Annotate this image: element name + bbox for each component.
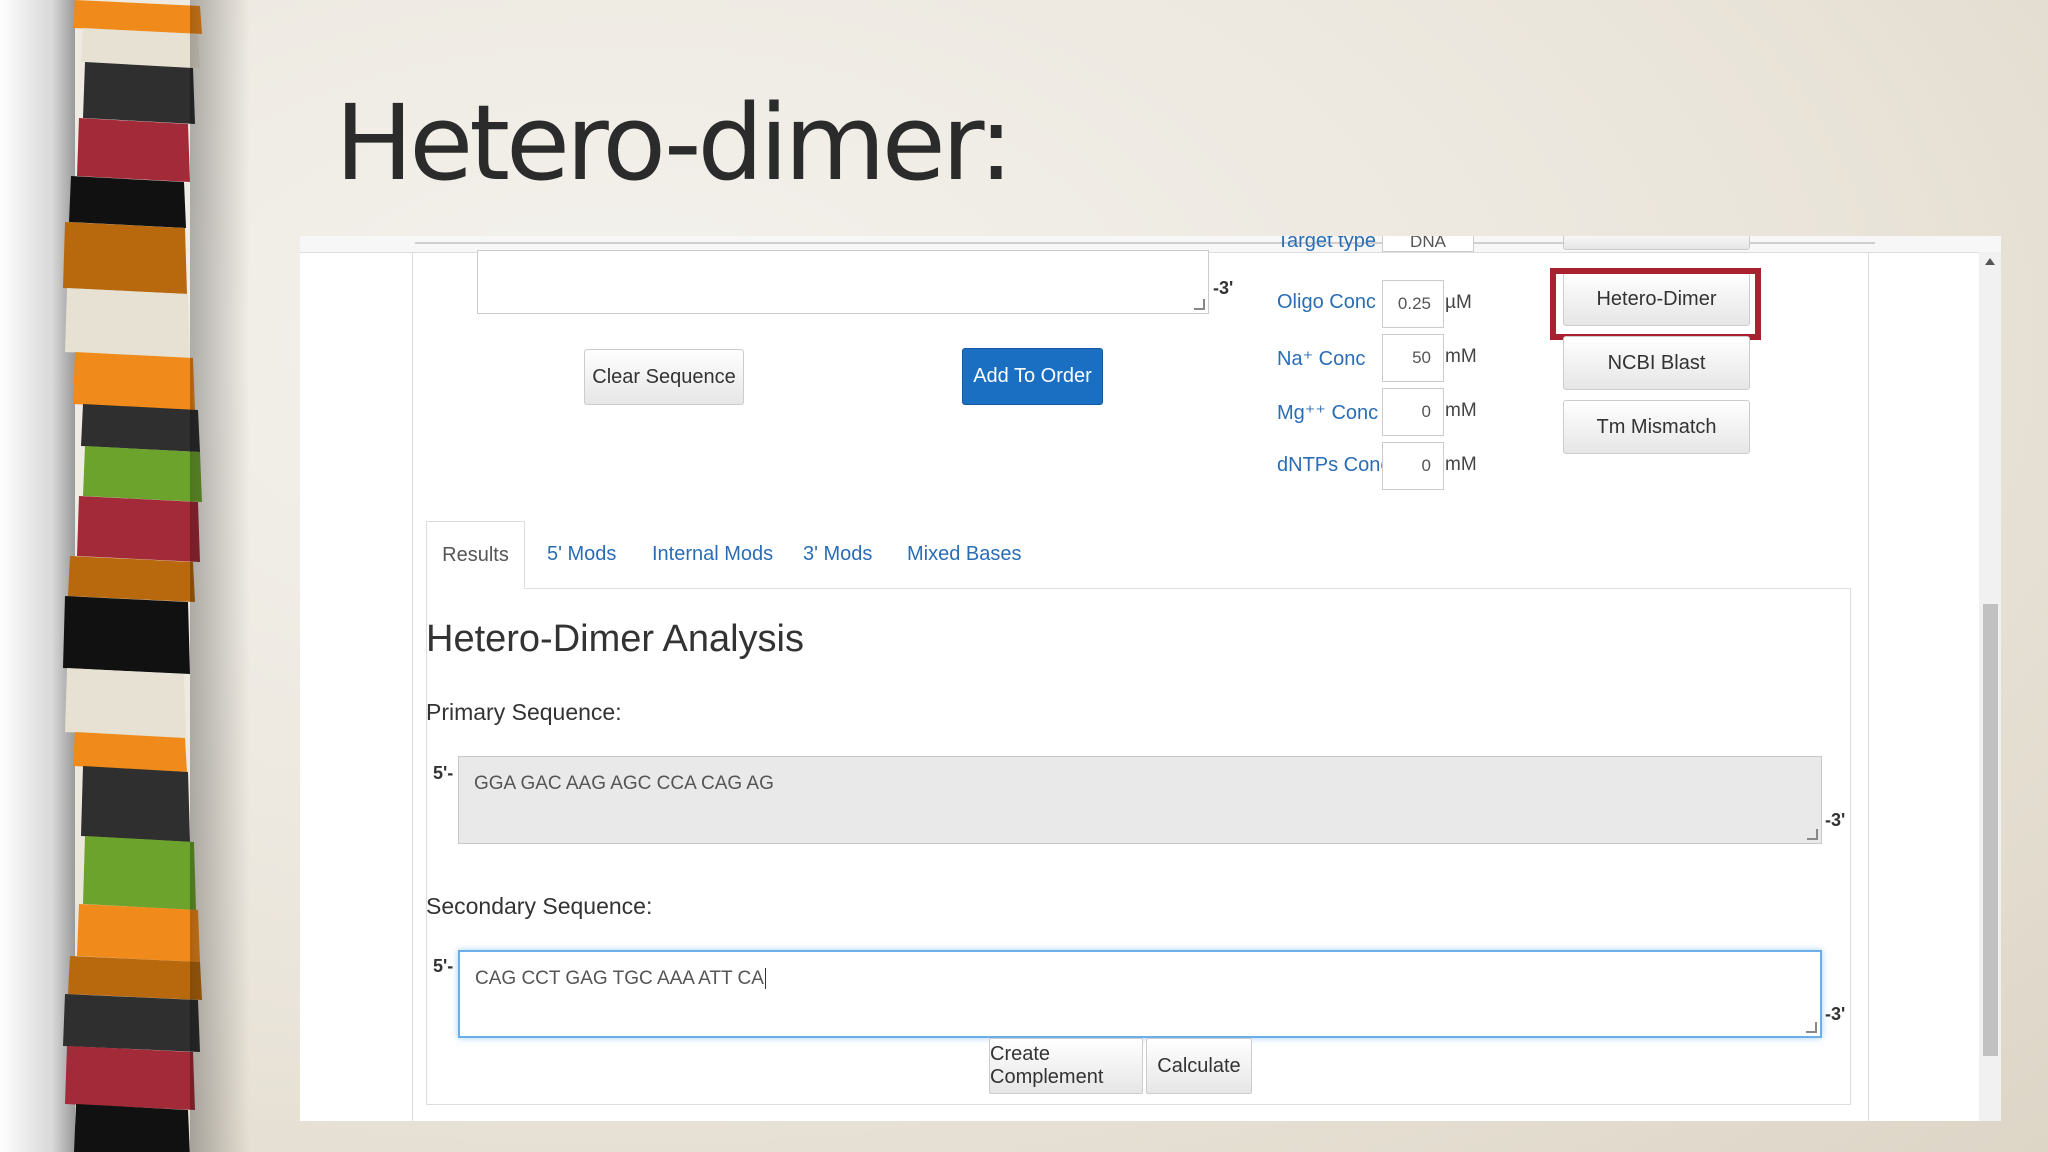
tm-mismatch-button[interactable]: Tm Mismatch: [1563, 400, 1750, 454]
embedded-screenshot: -3' Clear Sequence Add To Order Target t…: [300, 236, 2001, 1121]
stripe-band: [77, 118, 190, 182]
dntps-conc-input[interactable]: 0: [1382, 442, 1444, 490]
na-conc-input[interactable]: 50: [1382, 334, 1444, 382]
na-conc-unit: mM: [1445, 346, 1477, 367]
sequence-textarea[interactable]: [477, 250, 1209, 314]
target-type-label: Target type: [1277, 236, 1376, 252]
secondary-three-prime: -3': [1825, 1004, 1846, 1024]
primary-three-prime: -3': [1825, 810, 1846, 830]
decorative-stripes: [0, 0, 250, 1152]
primary-sequence-field[interactable]: GGA GAC AAG AGC CCA CAG AG: [458, 756, 1822, 844]
stripe-band: [81, 404, 200, 452]
stripe-band: [65, 1046, 195, 1110]
tab-internal-mods[interactable]: Internal Mods: [652, 543, 773, 566]
stripe-band: [83, 446, 202, 502]
secondary-sequence-field[interactable]: CAG CCT GAG TGC AAA ATT CA​: [458, 950, 1822, 1038]
create-complement-button[interactable]: Create Complement: [989, 1038, 1143, 1094]
tab-5-mods[interactable]: 5' Mods: [547, 543, 616, 566]
secondary-sequence-value: CAG CCT GAG TGC AAA ATT CA: [475, 968, 764, 989]
stripe-band: [77, 496, 200, 562]
tab-results[interactable]: Results: [426, 521, 525, 589]
hidden-top-button[interactable]: [1563, 236, 1750, 250]
tab-mixed-bases[interactable]: Mixed Bases: [907, 543, 1022, 566]
text-cursor: ​: [764, 968, 766, 989]
calculate-button[interactable]: Calculate: [1146, 1038, 1252, 1094]
analysis-heading: Hetero-Dimer Analysis: [426, 618, 804, 660]
stripe-band: [81, 28, 200, 68]
stripe-band: [63, 222, 187, 294]
stripe-band: [68, 556, 195, 602]
secondary-sequence-label: Secondary Sequence:: [426, 893, 653, 919]
stripe-right-shadow: [190, 0, 250, 1152]
stripe-band: [81, 766, 190, 842]
stripe-band: [63, 994, 200, 1052]
stripe-band: [68, 956, 202, 1000]
na-conc-label: Na⁺ Conc: [1277, 348, 1366, 370]
primary-five-prime: 5'-: [433, 763, 454, 783]
stripe-band: [63, 596, 190, 674]
stripe-band: [83, 62, 195, 124]
mg-conc-label: Mg⁺⁺ Conc: [1277, 402, 1379, 424]
tab-3-mods[interactable]: 3' Mods: [803, 543, 872, 566]
primary-sequence-value: GGA GAC AAG AGC CCA CAG AG: [474, 773, 774, 794]
scrollbar-thumb[interactable]: [1983, 604, 1998, 1056]
stripe-band: [65, 288, 190, 358]
mg-conc-unit: mM: [1445, 400, 1477, 421]
resize-handle-icon[interactable]: [1806, 1022, 1817, 1033]
add-to-order-button[interactable]: Add To Order: [962, 348, 1103, 405]
oligo-conc-unit: µM: [1445, 292, 1472, 313]
ncbi-blast-button[interactable]: NCBI Blast: [1563, 336, 1750, 390]
resize-handle-icon[interactable]: [1194, 299, 1205, 310]
oligo-conc-input[interactable]: 0.25: [1382, 280, 1444, 328]
stripe-band: [65, 668, 186, 738]
stripe-band: [73, 732, 187, 772]
stripe-band: [69, 176, 186, 228]
dntps-conc-unit: mM: [1445, 454, 1477, 475]
mg-conc-input[interactable]: 0: [1382, 388, 1444, 436]
scroll-up-arrow-icon[interactable]: [1985, 258, 1995, 265]
stripe-band: [74, 1104, 190, 1152]
three-prime-marker: -3': [1213, 278, 1234, 298]
slide-title: Hetero-dimer:: [335, 82, 1014, 204]
secondary-five-prime: 5'-: [433, 956, 454, 976]
dntps-conc-label: dNTPs Conc: [1277, 454, 1391, 476]
stripe-band: [77, 904, 200, 962]
hetero-dimer-highlight: [1550, 268, 1761, 340]
oligo-conc-label: Oligo Conc: [1277, 291, 1376, 313]
primary-sequence-label: Primary Sequence:: [426, 699, 622, 725]
clear-sequence-button[interactable]: Clear Sequence: [584, 349, 744, 405]
stripe-band: [83, 836, 196, 910]
stripe-band: [73, 352, 195, 410]
resize-handle-icon[interactable]: [1807, 829, 1818, 840]
target-type-select[interactable]: DNA: [1382, 236, 1474, 252]
